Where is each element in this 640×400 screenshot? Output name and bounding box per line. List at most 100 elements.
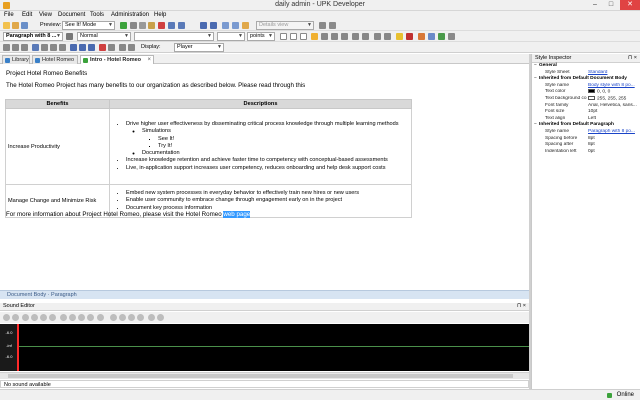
waveform-display[interactable]: -6.0 -inf -6.0 [0, 324, 529, 371]
unlink-icon[interactable] [232, 22, 239, 29]
play-sound-icon[interactable] [3, 314, 10, 321]
scrollbar-thumb[interactable] [8, 374, 513, 378]
silence-icon[interactable] [110, 314, 117, 321]
bubble-icon[interactable] [128, 44, 135, 51]
link-icon[interactable] [222, 22, 229, 29]
table-icon[interactable] [3, 44, 10, 51]
open-icon[interactable] [12, 22, 19, 29]
paste-icon[interactable] [148, 22, 155, 29]
find-icon[interactable] [168, 22, 175, 29]
merge-cells-icon[interactable] [32, 44, 39, 51]
pause-sound-icon[interactable] [12, 314, 19, 321]
record-sound-icon[interactable] [31, 314, 38, 321]
waveform-scrollbar[interactable] [0, 372, 529, 379]
delete-row-icon[interactable] [50, 44, 57, 51]
pin-icon[interactable]: ⊓ × [628, 54, 637, 62]
play-icon[interactable] [120, 22, 127, 29]
inspector-group-general[interactable]: General [532, 63, 640, 70]
pin-icon[interactable]: ⊓ × [517, 303, 526, 310]
paragraph-style-select[interactable]: Paragraph with 8 ... ▼ [3, 32, 63, 41]
new-icon[interactable] [3, 22, 10, 29]
inspector-group-paragraph[interactable]: Inherited from Default Paragraph [532, 122, 640, 129]
zoom-in-icon[interactable] [128, 314, 135, 321]
bullets-icon[interactable] [352, 33, 359, 40]
delete-sound-icon[interactable] [87, 314, 94, 321]
tab-hotel-romeo[interactable]: Hotel Romeo [32, 55, 78, 64]
font-color-icon[interactable] [406, 33, 413, 40]
insert-row-icon[interactable] [12, 44, 19, 51]
insert-column-icon[interactable] [21, 44, 28, 51]
menu-tools[interactable]: Tools [90, 12, 104, 18]
playhead[interactable] [17, 324, 19, 371]
highlight-icon[interactable] [396, 33, 403, 40]
document-editor[interactable]: Project Hotel Romeo Benefits The Hotel R… [0, 65, 529, 290]
outdent-icon[interactable] [384, 33, 391, 40]
display-select[interactable]: Player ▼ [174, 43, 224, 52]
forward-icon[interactable] [49, 314, 56, 321]
preview-mode-select[interactable]: See It! Mode ▼ [62, 21, 115, 30]
view-select[interactable]: Details view ▼ [256, 21, 314, 30]
marker-icon[interactable] [119, 314, 126, 321]
folder-icon[interactable] [242, 22, 249, 29]
stop-icon[interactable] [40, 314, 47, 321]
numbering-icon[interactable] [362, 33, 369, 40]
rewind-icon[interactable] [22, 314, 29, 321]
minimize-button[interactable]: – [588, 0, 602, 10]
cut-sound-icon[interactable] [60, 314, 67, 321]
close-button[interactable]: ✕ [620, 0, 640, 10]
package-icon[interactable] [70, 44, 77, 51]
web-page-link[interactable]: web page [223, 211, 251, 218]
bold-icon[interactable] [280, 33, 287, 40]
menu-file[interactable]: File [4, 12, 14, 18]
insert-link-icon[interactable] [438, 33, 445, 40]
font-unit-select[interactable]: points ▼ [247, 32, 275, 41]
menu-help[interactable]: Help [154, 12, 166, 18]
import-sound-icon[interactable] [157, 314, 164, 321]
undo-icon[interactable] [200, 22, 207, 29]
justify-icon[interactable] [341, 33, 348, 40]
paste-sound-icon[interactable] [78, 314, 85, 321]
body-style-link[interactable]: Body style with 8 po... [588, 83, 640, 90]
split-cells-icon[interactable] [41, 44, 48, 51]
underline-icon[interactable] [300, 33, 307, 40]
inspector-group-document-body[interactable]: Inherited from Default Document Body [532, 76, 640, 83]
breadcrumb-paragraph[interactable]: Paragraph [51, 292, 77, 298]
replace-icon[interactable] [178, 22, 185, 29]
indent-icon[interactable] [374, 33, 381, 40]
cut-icon[interactable] [130, 22, 137, 29]
breadcrumb-body[interactable]: Document Body [7, 292, 46, 298]
align-left-icon[interactable] [311, 33, 318, 40]
zoom-out-icon[interactable] [137, 314, 144, 321]
align-center-icon[interactable] [321, 33, 328, 40]
delete-column-icon[interactable] [59, 44, 66, 51]
font-style-select[interactable]: Normal ▼ [77, 32, 131, 41]
glossary-icon[interactable] [79, 44, 86, 51]
special-char-icon[interactable] [448, 33, 455, 40]
maximize-button[interactable]: □ [604, 0, 618, 10]
delete-icon[interactable] [158, 22, 165, 29]
font-size-select[interactable]: ▼ [217, 32, 245, 41]
volume-icon[interactable] [148, 314, 155, 321]
paragraph-style-link[interactable]: Paragraph with 8 po... [588, 129, 640, 136]
web-page-icon[interactable] [88, 44, 95, 51]
layout-icon[interactable] [329, 22, 336, 29]
font-family-select[interactable]: ▼ [134, 32, 214, 41]
align-right-icon[interactable] [331, 33, 338, 40]
menu-view[interactable]: View [39, 12, 52, 18]
insert-table-icon[interactable] [428, 33, 435, 40]
record-icon[interactable] [99, 44, 106, 51]
menu-document[interactable]: Document [58, 12, 85, 18]
tab-library[interactable]: Library [2, 55, 30, 64]
style-icon[interactable] [66, 33, 73, 40]
tab-intro-hotel-romeo[interactable]: Intro - Hotel Romeo × [80, 55, 154, 64]
trim-icon[interactable] [97, 314, 104, 321]
copy-icon[interactable] [139, 22, 146, 29]
menu-administration[interactable]: Administration [111, 12, 149, 18]
close-tab-icon[interactable]: × [147, 56, 151, 64]
save-icon[interactable] [21, 22, 28, 29]
sound-icon[interactable] [108, 44, 115, 51]
frame-icon[interactable] [119, 44, 126, 51]
italic-icon[interactable] [290, 33, 297, 40]
insert-image-icon[interactable] [418, 33, 425, 40]
menu-edit[interactable]: Edit [22, 12, 32, 18]
